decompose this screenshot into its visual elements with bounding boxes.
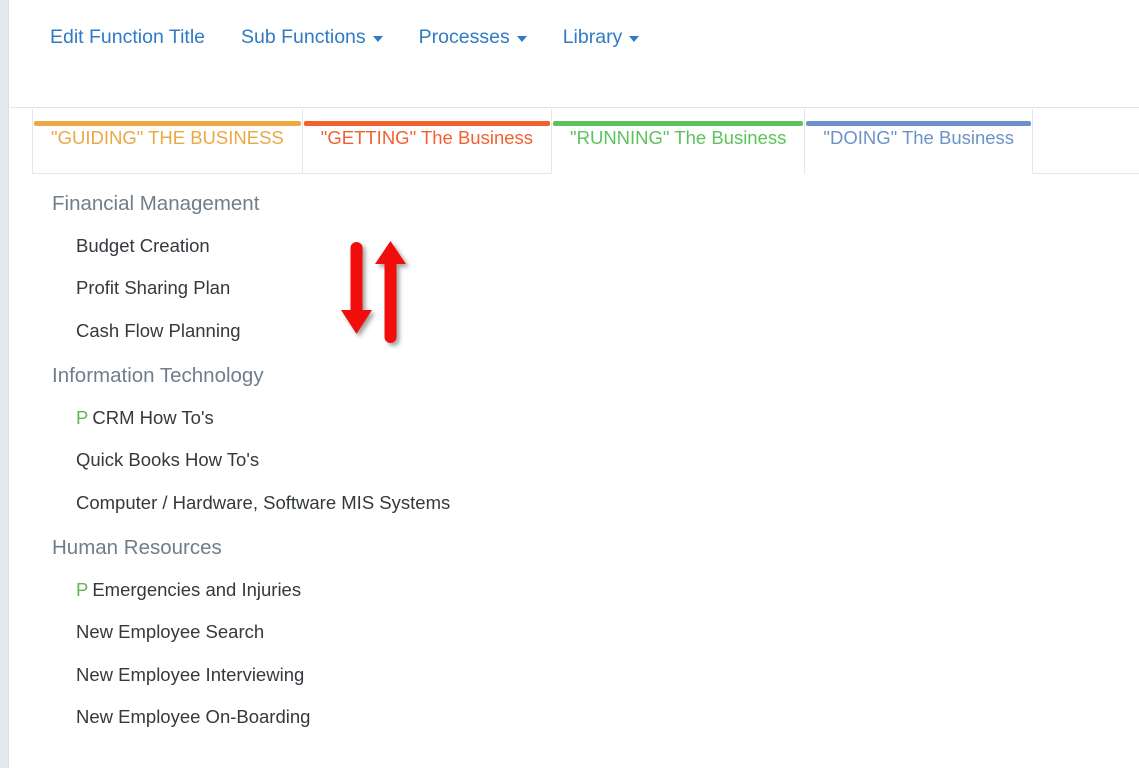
nav-item-label: Edit Function Title xyxy=(50,28,205,48)
nav-item-label: Sub Functions xyxy=(241,28,366,48)
tab-label: "RUNNING" The Business xyxy=(570,129,786,148)
tab-bar: "GUIDING" THE BUSINESS "GETTING" The Bus… xyxy=(10,109,1139,174)
top-navigation-bar: Edit Function Title Sub Functions Proces… xyxy=(10,0,1139,108)
tab-panel-running-the-business: Financial Management Budget Creation Pro… xyxy=(10,174,1139,768)
group-heading: Human Resources xyxy=(52,538,1139,559)
function-group-financial-management: Financial Management Budget Creation Pro… xyxy=(52,194,1139,340)
tab-doing-the-business[interactable]: "DOING" The Business xyxy=(804,109,1033,174)
list-item-label: New Employee Interviewing xyxy=(76,664,304,685)
list-item-label: Computer / Hardware, Software MIS System… xyxy=(76,492,450,513)
list-item[interactable]: Cash Flow Planning xyxy=(52,322,1139,341)
chevron-down-icon xyxy=(373,36,383,42)
tab-label: "GETTING" The Business xyxy=(321,129,533,148)
group-heading: Financial Management xyxy=(52,194,1139,215)
list-item-label: CRM How To's xyxy=(92,407,213,428)
list-item-label: New Employee Search xyxy=(76,621,264,642)
group-item-list: PCRM How To's Quick Books How To's Compu… xyxy=(52,409,1139,513)
list-item-label: Cash Flow Planning xyxy=(76,320,241,341)
tab-color-indicator xyxy=(806,121,1031,126)
list-item[interactable]: New Employee Search xyxy=(52,623,1139,642)
tab-color-indicator xyxy=(304,121,550,126)
list-item[interactable]: New Employee On-Boarding xyxy=(52,708,1139,727)
content-column: Edit Function Title Sub Functions Proces… xyxy=(10,0,1139,768)
list-item[interactable]: Profit Sharing Plan xyxy=(52,279,1139,298)
nav-list: Edit Function Title Sub Functions Proces… xyxy=(50,28,1139,48)
chevron-down-icon xyxy=(517,36,527,42)
tab-guiding-the-business[interactable]: "GUIDING" THE BUSINESS xyxy=(32,109,303,174)
nav-item-label: Library xyxy=(563,28,623,48)
chevron-down-icon xyxy=(629,36,639,42)
list-item[interactable]: PEmergencies and Injuries xyxy=(52,581,1139,600)
tab-getting-the-business[interactable]: "GETTING" The Business xyxy=(302,109,552,174)
page-root: Edit Function Title Sub Functions Proces… xyxy=(0,0,1139,768)
tab-running-the-business[interactable]: "RUNNING" The Business xyxy=(551,109,805,174)
nav-item-processes[interactable]: Processes xyxy=(419,28,527,48)
list-item[interactable]: Budget Creation xyxy=(52,237,1139,256)
process-flag-icon: P xyxy=(76,407,88,428)
group-heading: Information Technology xyxy=(52,366,1139,387)
list-item-label: Emergencies and Injuries xyxy=(92,579,301,600)
nav-item-label: Processes xyxy=(419,28,510,48)
tab-label: "GUIDING" THE BUSINESS xyxy=(51,129,284,148)
list-item[interactable]: Quick Books How To's xyxy=(52,451,1139,470)
list-item-label: New Employee On-Boarding xyxy=(76,706,310,727)
function-group-information-technology: Information Technology PCRM How To's Qui… xyxy=(52,366,1139,512)
process-flag-icon: P xyxy=(76,579,88,600)
list-item[interactable]: New Employee Interviewing xyxy=(52,666,1139,685)
list-item[interactable]: Computer / Hardware, Software MIS System… xyxy=(52,494,1139,513)
list-item-label: Budget Creation xyxy=(76,235,210,256)
nav-item-library[interactable]: Library xyxy=(563,28,640,48)
left-gutter-strip xyxy=(0,0,9,768)
nav-item-edit-function-title[interactable]: Edit Function Title xyxy=(50,28,205,48)
nav-item-sub-functions[interactable]: Sub Functions xyxy=(241,28,383,48)
function-group-human-resources: Human Resources PEmergencies and Injurie… xyxy=(52,538,1139,727)
tab-bar-filler xyxy=(1033,109,1139,174)
group-item-list: Budget Creation Profit Sharing Plan Cash… xyxy=(52,237,1139,341)
tab-label: "DOING" The Business xyxy=(823,129,1014,148)
list-item[interactable]: PCRM How To's xyxy=(52,409,1139,428)
list-item-label: Profit Sharing Plan xyxy=(76,277,230,298)
group-item-list: PEmergencies and Injuries New Employee S… xyxy=(52,581,1139,727)
tab-color-indicator xyxy=(553,121,803,126)
list-item-label: Quick Books How To's xyxy=(76,449,259,470)
tab-color-indicator xyxy=(34,121,301,126)
